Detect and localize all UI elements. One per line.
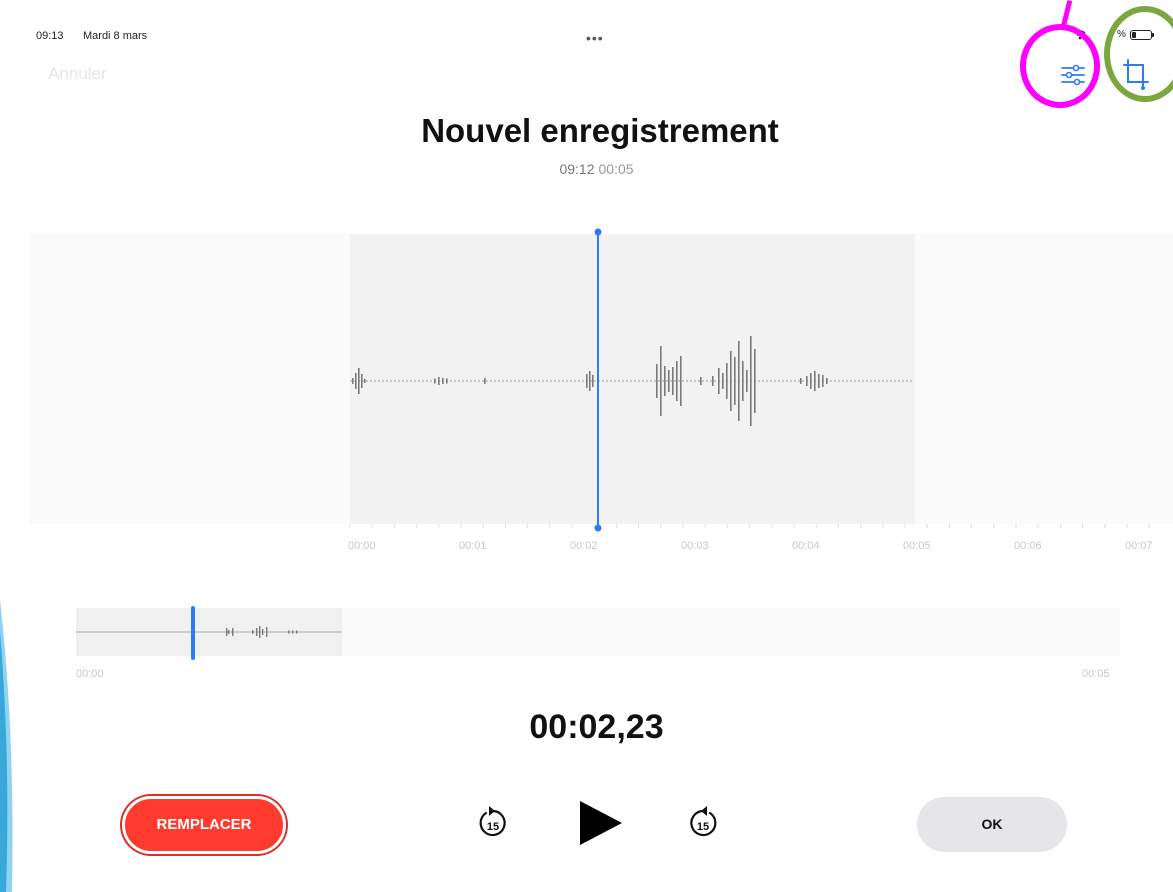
waveform-bar <box>730 351 732 411</box>
multitask-dots[interactable]: ••• <box>586 30 604 46</box>
waveform-bar <box>446 378 448 384</box>
overview-bar <box>296 630 298 634</box>
waveform-bar <box>672 367 674 395</box>
waveform-bar <box>676 361 678 401</box>
waveform-bar <box>589 371 591 391</box>
waveform-bar <box>434 378 436 384</box>
waveform-bar <box>438 377 440 385</box>
waveform-bar <box>742 361 744 401</box>
overview-bar <box>266 627 268 637</box>
waveform-bar <box>712 376 714 386</box>
skip-forward-label: 15 <box>697 821 709 833</box>
waveform-bar <box>800 378 802 384</box>
waveform-editor[interactable] <box>0 222 1173 562</box>
waveform-bar <box>826 378 828 384</box>
waveform-bar <box>660 346 662 416</box>
waveform-bar <box>726 363 728 399</box>
waveform-bar <box>746 370 748 392</box>
overview-bar <box>259 626 261 638</box>
time-label: 00:06 <box>1014 540 1042 552</box>
waveform-bar <box>664 366 666 396</box>
time-label: 00:04 <box>792 540 820 552</box>
play-icon[interactable] <box>578 799 624 847</box>
skip-back-label: 15 <box>487 821 499 833</box>
time-label: 00:02 <box>570 540 598 552</box>
time-label: 00:03 <box>681 540 709 552</box>
recording-duration: 00:05 <box>598 161 634 177</box>
status-date: Mardi 8 mars <box>83 30 148 42</box>
overview-bar <box>228 630 230 634</box>
waveform-bar <box>352 378 354 384</box>
overview-playhead[interactable] <box>191 606 195 660</box>
waveform-bar <box>818 374 820 388</box>
time-ruler-ticks <box>349 524 1150 528</box>
waveform-bar <box>442 378 444 384</box>
overview-bar <box>288 630 290 634</box>
waveform-bar <box>814 371 816 391</box>
overview-end-time: 00:05 <box>1082 668 1110 680</box>
recording-title[interactable]: Nouvel enregistrement <box>0 112 1173 150</box>
waveform-bar <box>484 378 486 384</box>
playhead-bottom-handle[interactable] <box>594 524 602 532</box>
waveform-bar <box>364 379 366 383</box>
waveform-bar <box>680 356 682 406</box>
waveform-bar <box>806 376 808 386</box>
time-label: 00:07 <box>1125 540 1153 552</box>
overview-bar <box>232 628 234 636</box>
skip-back-15-icon[interactable]: 15 <box>474 803 512 845</box>
overview-bar <box>256 628 258 636</box>
annotation-pink-circle <box>1020 24 1100 108</box>
waveform-bar <box>750 336 752 426</box>
recording-time: 09:12 <box>559 161 595 177</box>
overview-bar <box>226 628 228 636</box>
waveform-bar <box>822 375 824 387</box>
cancel-button[interactable]: Annuler <box>48 64 107 84</box>
time-label: 00:01 <box>459 540 487 552</box>
waveform-bar <box>810 373 812 389</box>
waveform-bar <box>358 368 360 394</box>
overview-bar <box>252 630 254 634</box>
waveform-bar <box>355 373 357 389</box>
waveform-bar <box>754 349 756 413</box>
overview-bar <box>262 629 264 635</box>
playhead-top-handle[interactable] <box>594 228 602 236</box>
time-label: 00:00 <box>348 540 376 552</box>
ok-button[interactable]: OK <box>917 797 1067 852</box>
overview-scrubber[interactable] <box>76 606 1120 660</box>
annotation-green-circle <box>1104 6 1173 102</box>
annotation-pink-pointer <box>1061 0 1073 27</box>
status-time: 09:13 <box>36 30 64 42</box>
waveform-bar <box>361 374 363 388</box>
waveform-bar <box>586 374 588 388</box>
replace-button[interactable]: REMPLACER <box>122 796 286 854</box>
waveform-bar <box>738 341 740 421</box>
overview-bar <box>292 630 294 634</box>
waveform-bar <box>722 373 724 389</box>
current-time-display: 00:02,23 <box>529 708 664 746</box>
waveform-bar <box>592 375 594 387</box>
skip-forward-15-icon[interactable]: 15 <box>684 803 722 845</box>
waveform-bar <box>734 357 736 405</box>
waveform-bar <box>700 377 702 385</box>
waveform-bar <box>718 368 720 394</box>
waveform-bar <box>668 370 670 392</box>
overview-start-time: 00:00 <box>76 668 104 680</box>
time-label: 00:05 <box>903 540 931 552</box>
waveform-bar <box>656 364 658 398</box>
recording-meta: 09:12 00:05 <box>0 161 1173 177</box>
